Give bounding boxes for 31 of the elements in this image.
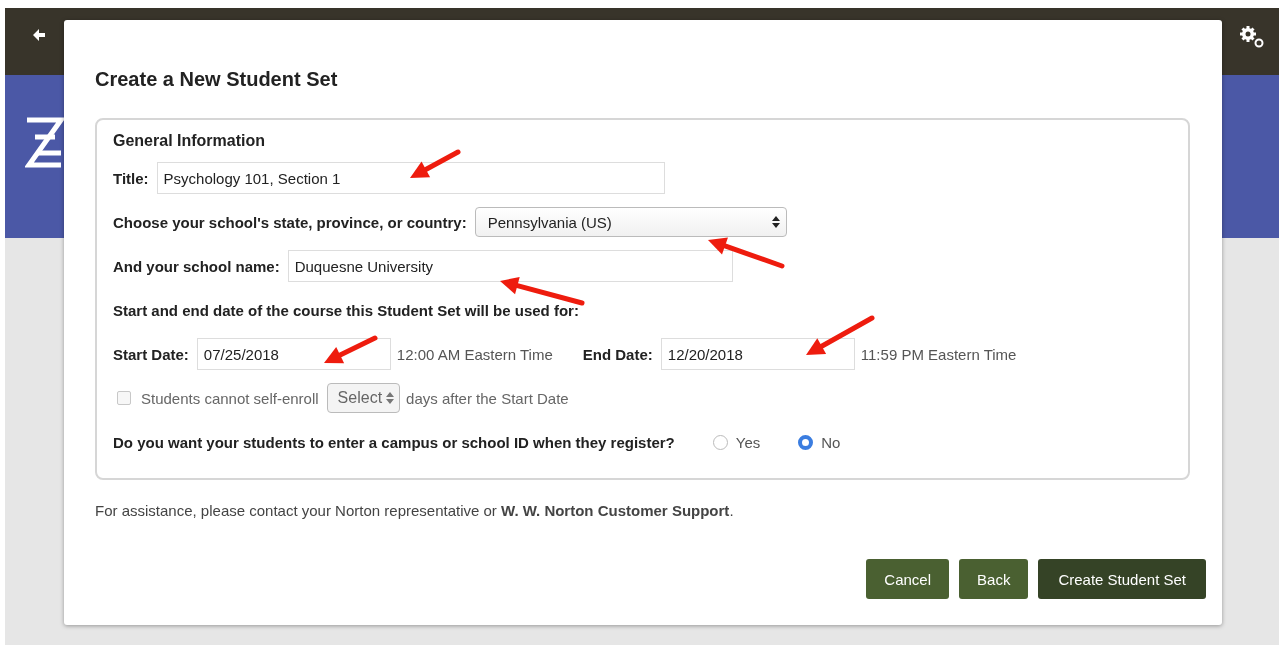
field-label: Choose your school's state, province, or country:	[113, 213, 467, 231]
annotation-arrow	[324, 335, 378, 364]
question-label: Do you want your students to enter a campus or school ID when they register?	[113, 433, 675, 451]
section-heading: General Information	[113, 132, 267, 150]
dates-heading: Start and end date of the course this Student Set will be used for:	[113, 301, 579, 319]
title-field[interactable]: Psychology 101, Section 1	[156, 162, 665, 194]
secondary-button[interactable]: Cancel	[866, 559, 950, 599]
dialog-title: Create a New Student Set	[95, 68, 339, 91]
field-label: And your school name:	[113, 257, 280, 275]
radio-button[interactable]	[798, 434, 814, 450]
create-button[interactable]: Create Student Set	[1038, 559, 1206, 599]
up-down-arrows-icon	[771, 216, 780, 228]
time-note: 12:00 AM Eastern Time	[396, 345, 553, 363]
end-date-field[interactable]: 12/20/2018	[660, 338, 855, 370]
up-down-arrows-icon	[386, 392, 395, 404]
radio-label: Yes	[735, 433, 761, 451]
start-date-field[interactable]: 07/25/2018	[196, 338, 391, 370]
field-label: End Date:	[582, 345, 653, 363]
radio-button[interactable]	[712, 434, 728, 450]
annotation-arrow	[410, 149, 461, 178]
checkbox-label: Students cannot self-enroll	[141, 389, 319, 407]
settings-icon[interactable]	[1239, 24, 1265, 49]
field-label: Title:	[113, 169, 149, 187]
school-field[interactable]: Duquesne University	[287, 250, 733, 282]
assistance-text: For assistance, please contact your Norton representative or W. W. Norton Customer Support.	[95, 502, 735, 519]
secondary-button[interactable]: Back	[959, 559, 1029, 599]
radio-label: No	[821, 433, 841, 451]
region-select[interactable]: Pennsylvania (US)	[474, 207, 787, 237]
time-note: 11:59 PM Eastern Time	[860, 345, 1017, 363]
field-label: Start Date:	[113, 345, 189, 363]
select-suffix: days after the Start Date	[406, 389, 569, 407]
